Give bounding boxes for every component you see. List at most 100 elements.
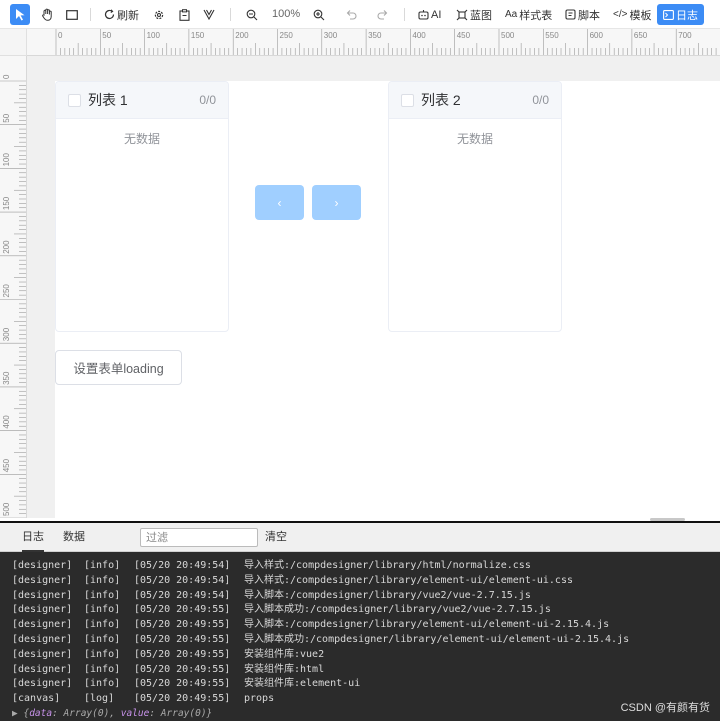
log-object-key: value [120,707,150,719]
transfer-to-left-button[interactable]: ‹ [255,185,304,220]
blueprint-button[interactable]: 蓝图 [456,4,492,25]
log-source: [designer] [12,604,73,616]
text-style-icon: Aa [505,9,518,20]
log-object-line[interactable]: ▶ {data: Array(0), value: Array(0)} [12,707,712,721]
transfer-panel-right-title: 列表 2 [421,92,461,108]
gear-icon [154,10,164,19]
log-level: [info] [84,604,121,616]
ruler-label: 0 [58,31,63,40]
refresh-label: 刷新 [117,9,139,22]
log-label: 日志 [676,9,698,22]
log-object-value: : Array(0) [149,707,207,719]
log-level: [info] [84,648,121,660]
transfer-to-right-button[interactable]: › [312,185,361,220]
log-panel: 日志 数据 清空 [designer] [info] [05/20 20:49:54… [0,521,720,721]
merge-icon [203,9,215,20]
log-object-value: : Array(0), [52,707,121,719]
ruler-corner [0,29,27,56]
ruler-label: 250 [2,284,11,298]
log-timestamp: [05/20 20:49:55] [134,648,231,660]
transfer-panel-left-title: 列表 1 [88,92,128,108]
select-tool-button[interactable] [10,4,30,25]
log-timestamp: [05/20 20:49:55] [134,663,231,675]
log-level: [info] [84,589,121,601]
ruler-label: 100 [2,153,11,167]
clipboard-button[interactable] [174,4,194,25]
undo-button[interactable] [341,4,361,25]
tab-log[interactable]: 日志 [22,523,44,552]
ruler-label: 350 [368,31,382,40]
log-line: [designer] [info] [05/20 20:49:54] 导入样式:/co… [12,559,712,574]
log-message: 导入样式:/compdesigner/library/element-ui/el… [244,574,573,586]
log-line: [designer] [info] [05/20 20:49:55] 导入脚本成功:/… [12,603,712,618]
settings-button[interactable] [149,4,169,25]
template-label: 模板 [629,9,652,22]
log-source: [designer] [12,589,73,601]
log-message: 安装组件库:vue2 [244,648,325,660]
ruler-label: 500 [501,31,515,40]
ruler-label: 550 [545,31,559,40]
rectangle-tool-button[interactable] [62,4,82,25]
transfer-panel-left-count: 0/0 [199,93,216,107]
select-all-checkbox-left[interactable] [68,93,81,107]
transfer-panel-left: 列表 1 0/0 无数据 [55,81,229,332]
toolbar-divider [90,8,91,21]
ruler-label: 200 [235,31,249,40]
hand-tool-button[interactable] [37,4,57,25]
stylesheet-button[interactable]: Aa 样式表 [505,4,552,25]
merge-button[interactable] [199,4,219,25]
log-source: [designer] [12,648,73,660]
log-object-key: data [29,707,53,719]
set-form-loading-button[interactable]: 设置表单loading [55,350,182,385]
log-source: [designer] [12,560,73,571]
log-level: [info] [84,633,121,645]
undo-icon [346,10,357,20]
transfer-panel-right-empty: 无数据 [456,132,493,146]
ruler-label: 400 [2,415,11,429]
filter-input[interactable] [140,528,258,547]
designer-window: 刷新 100% AI 蓝图 Aa 样式表 脚本 </> 模板 日志 0 50 1… [0,0,720,721]
ai-button[interactable]: AI [418,4,441,25]
transfer-panel-right: 列表 2 0/0 无数据 [388,81,562,332]
expand-arrow-icon[interactable]: ▶ [12,708,18,719]
log-line: [designer] [info] [05/20 20:49:55] 安装组件库:ht… [12,663,712,678]
log-level: [info] [84,678,121,690]
log-message: 导入样式:/compdesigner/library/html/normaliz… [244,560,531,571]
log-line: [designer] [info] [05/20 20:49:54] 导入样式:/co… [12,574,712,589]
chevron-left-icon: ‹ [277,195,282,210]
ruler-label: 450 [2,458,11,472]
select-all-checkbox-right[interactable] [401,93,414,107]
log-message: 安装组件库:element-ui [244,678,361,690]
ruler-label: 150 [2,196,11,210]
pointer-icon [15,9,24,21]
log-message: 导入脚本成功:/compdesigner/library/element-ui/… [244,633,630,645]
ai-icon [418,10,429,20]
ruler-label: 350 [2,371,11,385]
code-icon: </> [613,9,628,20]
zoom-in-button[interactable] [309,4,329,25]
tab-data[interactable]: 数据 [63,523,85,552]
refresh-button[interactable]: 刷新 [104,4,139,25]
ruler-label: 250 [280,31,294,40]
clipboard-icon [178,8,190,21]
log-message: 导入脚本:/compdesigner/library/element-ui/el… [244,619,610,631]
log-source: [designer] [12,619,73,631]
script-button[interactable]: 脚本 [565,4,600,25]
template-button[interactable]: </> 模板 [613,4,651,25]
zoom-level: 100% [272,8,301,20]
log-button[interactable]: 日志 [657,4,704,25]
redo-button[interactable] [373,4,393,25]
blueprint-label: 蓝图 [470,9,492,22]
log-timestamp: [05/20 20:49:55] [134,633,231,645]
ruler-label: 150 [191,31,205,40]
log-output: [designer] [info] [05/20 20:49:54] 导入样式:/co… [12,559,712,721]
chevron-right-icon: › [334,195,339,210]
log-line: [designer] [info] [05/20 20:49:55] 导入脚本:/co… [12,618,712,633]
log-source: [designer] [12,663,73,675]
zoom-out-button[interactable] [242,4,262,25]
ruler-label: 0 [2,74,11,79]
ruler-label: 700 [678,31,692,40]
clear-button[interactable]: 清空 [265,523,287,552]
log-source: [designer] [12,633,73,645]
log-level: [log] [84,693,115,705]
